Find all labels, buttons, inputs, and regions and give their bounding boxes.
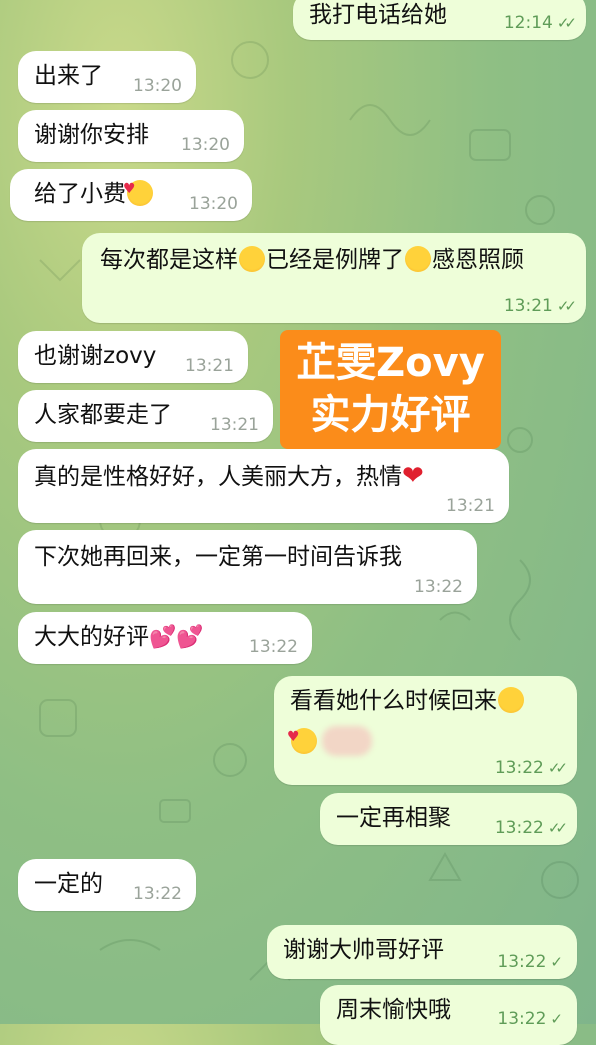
message-bubble-incoming[interactable]: 给了小费 13:20 bbox=[10, 169, 252, 221]
message-timestamp: 13:22 bbox=[414, 577, 463, 597]
message-bubble-incoming[interactable]: 一定的 13:22 bbox=[18, 859, 196, 911]
message-timestamp: 13:20 bbox=[189, 194, 238, 214]
blurred-content bbox=[322, 726, 372, 756]
message-text: 人家都要走了 bbox=[34, 402, 172, 428]
double-check-icon: ✓✓ bbox=[556, 14, 577, 32]
message-bubble-incoming[interactable]: 人家都要走了 13:21 bbox=[18, 390, 273, 442]
message-text: 出来了 bbox=[34, 63, 103, 89]
promo-overlay-badge: 芷雯Zovy 实力好评 bbox=[280, 330, 501, 449]
message-text: 周末愉快哦 bbox=[336, 997, 451, 1023]
promo-overlay-line2: 实力好评 bbox=[310, 392, 471, 438]
message-timestamp: 13:20 bbox=[133, 76, 182, 96]
message-text: 谢谢你安排 bbox=[34, 122, 149, 148]
message-timestamp: 13:22 bbox=[133, 884, 182, 904]
smiling-face-with-hearts-icon bbox=[123, 174, 153, 206]
message-bubble-outgoing[interactable]: 一定再相聚 13:22 ✓✓ bbox=[320, 793, 577, 845]
message-timestamp: 13:22 ✓ bbox=[497, 952, 563, 972]
message-text: 已经是例牌了 bbox=[266, 247, 404, 273]
message-text: 大大的好评 bbox=[34, 624, 149, 650]
message-timestamp: 13:22 ✓✓ bbox=[494, 758, 568, 778]
message-text: 一定的 bbox=[34, 871, 103, 897]
smiling-face-relieved-icon bbox=[498, 687, 524, 713]
message-text: 看看她什么时候回来 bbox=[290, 688, 497, 714]
message-bubble-incoming[interactable]: 真的是性格好好，人美丽大方，热情❤ 13:21 bbox=[18, 449, 509, 523]
grinning-squinting-face-icon bbox=[239, 246, 265, 272]
message-bubble-outgoing[interactable]: 每次都是这样 已经是例牌了 感恩照顾 13:21 ✓✓ bbox=[82, 233, 586, 323]
message-bubble-incoming[interactable]: 下次她再回来，一定第一时间告诉我 13:22 bbox=[18, 530, 477, 604]
message-text: 下次她再回来，一定第一时间告诉我 bbox=[34, 544, 402, 570]
check-icon: ✓ bbox=[550, 1010, 563, 1028]
message-bubble-incoming[interactable]: 大大的好评💕💕 13:22 bbox=[18, 612, 312, 664]
message-bubble-incoming[interactable]: 谢谢你安排 13:20 bbox=[18, 110, 244, 162]
message-timestamp: 13:21 bbox=[185, 356, 234, 376]
message-text: 一定再相聚 bbox=[336, 805, 451, 831]
message-timestamp: 13:21 ✓✓ bbox=[503, 296, 577, 316]
message-timestamp: 13:22 ✓✓ bbox=[494, 818, 568, 838]
message-bubble-outgoing[interactable]: 我打电话给她 12:14 ✓✓ bbox=[293, 0, 586, 40]
message-bubble-incoming[interactable]: 出来了 13:20 bbox=[18, 51, 196, 103]
message-text: 感恩照顾 bbox=[432, 247, 524, 273]
two-hearts-icon: 💕💕 bbox=[149, 625, 204, 650]
red-heart-icon: ❤ bbox=[402, 461, 424, 491]
message-bubble-outgoing[interactable]: 谢谢大帅哥好评 13:22 ✓ bbox=[267, 925, 577, 979]
smiling-face-with-hearts-icon bbox=[287, 722, 317, 754]
message-text: 每次都是这样 bbox=[100, 247, 238, 273]
message-text: 给了小费 bbox=[34, 181, 126, 207]
message-emoji-line bbox=[287, 722, 561, 757]
message-timestamp: 13:21 bbox=[446, 496, 495, 516]
message-bubble-outgoing[interactable]: 看看她什么时候回来 13:22✓✓ bbox=[274, 676, 577, 785]
double-check-icon: ✓✓ bbox=[547, 759, 568, 777]
message-timestamp: 13:22 ✓ bbox=[497, 1009, 563, 1029]
message-text: 谢谢大帅哥好评 bbox=[283, 937, 444, 963]
message-timestamp: 12:14 ✓✓ bbox=[503, 13, 577, 33]
message-timestamp: 13:22 bbox=[249, 637, 298, 657]
double-check-icon: ✓✓ bbox=[547, 819, 568, 837]
message-timestamp: 13:20 bbox=[181, 135, 230, 155]
message-text: 我打电话给她 bbox=[309, 2, 447, 28]
message-bubble-incoming[interactable]: 也谢谢zovy 13:21 bbox=[18, 331, 248, 383]
message-text: 真的是性格好好，人美丽大方，热情 bbox=[34, 464, 402, 490]
pleading-face-icon bbox=[405, 246, 431, 272]
double-check-icon: ✓✓ bbox=[556, 297, 577, 315]
check-icon: ✓ bbox=[550, 953, 563, 971]
message-text: 也谢谢zovy bbox=[34, 343, 157, 369]
message-bubble-outgoing[interactable]: 周末愉快哦 13:22 ✓ bbox=[320, 985, 577, 1045]
promo-overlay-line1: 芷雯Zovy bbox=[296, 340, 485, 386]
message-timestamp: 13:21 bbox=[210, 415, 259, 435]
